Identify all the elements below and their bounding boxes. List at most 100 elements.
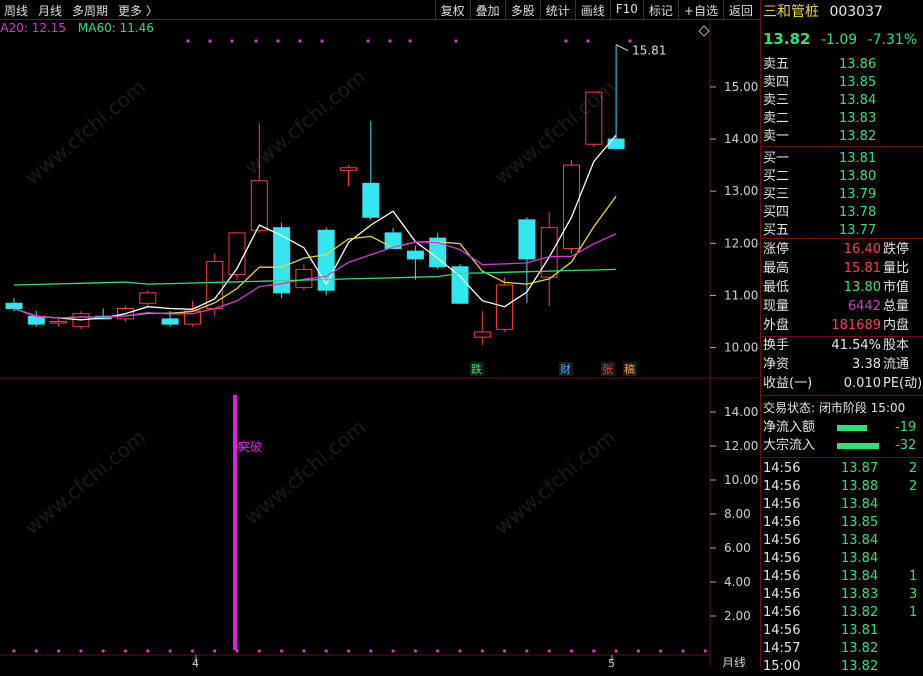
toolbar-button-5[interactable]: F10 [609, 0, 643, 21]
tick-price: 13.84 [841, 497, 879, 512]
event-label: 财 [560, 362, 571, 376]
stats-row: 外盘 181689 内盘 [763, 317, 923, 335]
signal-dot [208, 39, 212, 43]
order-book-row: 卖三 13.84 [763, 92, 876, 110]
order-level-label: 卖一 [763, 129, 790, 144]
period-tab-0[interactable]: 周线 [4, 2, 28, 19]
toolbar-button-4[interactable]: 画线 [574, 0, 610, 21]
candle-body [50, 321, 68, 324]
stat-value: 16.40 [843, 242, 881, 257]
candle-body [5, 302, 23, 309]
signal-dot [388, 39, 392, 43]
y-tick-label: 12.00 [724, 236, 758, 250]
sub-dot [458, 649, 462, 653]
candle-body [607, 138, 625, 149]
flow-bar [837, 442, 879, 449]
period-tab-1[interactable]: 月线 [38, 2, 62, 19]
stat-label: 换手 [763, 338, 790, 353]
stats-row: 现量 6442 总量 [763, 298, 923, 316]
order-book-row: 卖二 13.83 [763, 110, 876, 128]
stat-value: 41.54% [831, 338, 881, 353]
tick-price: 13.84 [841, 551, 879, 566]
tick-time: 14:56 [763, 569, 801, 584]
order-book-row: 买四 13.78 [763, 204, 876, 222]
toolbar-button-0[interactable]: 复权 [434, 0, 470, 21]
stat-value: 15.81 [843, 261, 881, 276]
toolbar-button-1[interactable]: 叠加 [469, 0, 505, 21]
toolbar-button-3[interactable]: 统计 [539, 0, 575, 21]
signal-dot [186, 39, 190, 43]
stat-value: 6442 [847, 299, 881, 314]
kline-chart[interactable]: 15.00 14.00 13.00 12.00 11.00 10.00 15.81 跌 财 张稿 1… [0, 0, 760, 667]
stat-label: 最高 [763, 261, 790, 276]
sub-y-tick-label: 12.00 [724, 439, 758, 453]
candle-body [563, 164, 580, 250]
flow-bar [837, 424, 867, 431]
tick-price: 13.82 [841, 659, 879, 674]
chart-toolbar: 周线 月线 多周期 更多 〉 复权 叠加 多股 统计 画线 F10 标记 +自选 返回 [0, 0, 760, 21]
flow-label: 大宗流入 [763, 438, 816, 453]
toolbar-button-2[interactable]: 多股 [504, 0, 540, 21]
flow-value: -32 [895, 438, 917, 453]
y-tick-label: 15.00 [724, 80, 758, 94]
sub-dot [190, 649, 194, 653]
stat-label-2: 总量 [883, 299, 910, 314]
period-tabs: 周线 月线 多周期 更多 〉 [4, 2, 158, 19]
sub-dot [34, 649, 38, 653]
stat-label-2: 内盘 [883, 318, 910, 333]
stat-label-2: 股本 [883, 338, 910, 353]
breakout-label: 突破 [238, 439, 262, 454]
diamond-icon [698, 25, 710, 37]
order-level-price: 13.82 [839, 129, 877, 144]
candle-body [317, 229, 335, 291]
tick-time: 14:56 [763, 497, 801, 512]
sub-dot [614, 649, 618, 653]
tick-row: 14:56 13.82 1 [763, 604, 923, 622]
stat-label: 涨停 [763, 242, 790, 257]
stat-label: 现量 [763, 299, 790, 314]
stat-label-2: 量比 [883, 261, 910, 276]
x-label: 5 [608, 657, 615, 667]
stock-name: 三和管桩 [763, 4, 819, 20]
period-tab-2[interactable]: 多周期 [72, 2, 108, 19]
toolbar-button-8[interactable]: 返回 [722, 0, 758, 21]
tick-row: 14:56 13.87 2 [763, 460, 923, 478]
tick-row: 14:56 13.84 [763, 496, 923, 514]
order-level-label: 卖二 [763, 111, 790, 126]
y-tick-label: 11.00 [724, 288, 758, 302]
tick-time: 14:56 [763, 461, 801, 476]
signal-dot [564, 39, 568, 43]
y-tick-label: 14.00 [724, 132, 758, 146]
order-level-price: 13.84 [839, 93, 877, 108]
toolbar-button-6[interactable]: 标记 [642, 0, 678, 21]
high-marker [615, 44, 629, 52]
flow-value: -19 [895, 420, 917, 435]
stat-value: 13.80 [843, 280, 881, 295]
price-change-pct: -7.31% [867, 32, 918, 48]
tick-row: 15:00 13.82 [763, 658, 923, 676]
sub-dot [480, 649, 484, 653]
sub-dot [12, 649, 16, 653]
order-level-price: 13.83 [839, 111, 877, 126]
stats-row: 最高 15.81 量比 [763, 260, 923, 278]
sub-dot [659, 649, 663, 653]
ma-legend: MA20: 12.15 MA60: 11.46 [0, 21, 154, 35]
candle-body [540, 227, 558, 278]
order-level-price: 13.78 [839, 205, 877, 220]
tick-row: 14:56 13.88 2 [763, 478, 923, 496]
sub-dot [413, 649, 417, 653]
sub-y-tick-label: 6.00 [724, 541, 751, 555]
sub-dot [391, 649, 395, 653]
candle-body [139, 292, 157, 304]
signal-dot [254, 39, 258, 43]
sub-y-tick-label: 2.00 [724, 609, 751, 623]
sub-dot [324, 649, 328, 653]
stats-row: 净资 3.38 流通 [763, 356, 923, 374]
stat-label: 最低 [763, 280, 790, 295]
order-level-price: 13.81 [839, 151, 877, 166]
flow-row: 大宗流入 -32 [763, 437, 923, 455]
toolbar-button-7[interactable]: +自选 [677, 0, 723, 21]
stat-label: 净资 [763, 357, 790, 372]
period-tab-3[interactable]: 更多 〉 [118, 2, 158, 19]
high-annotation: 15.81 [632, 44, 666, 58]
